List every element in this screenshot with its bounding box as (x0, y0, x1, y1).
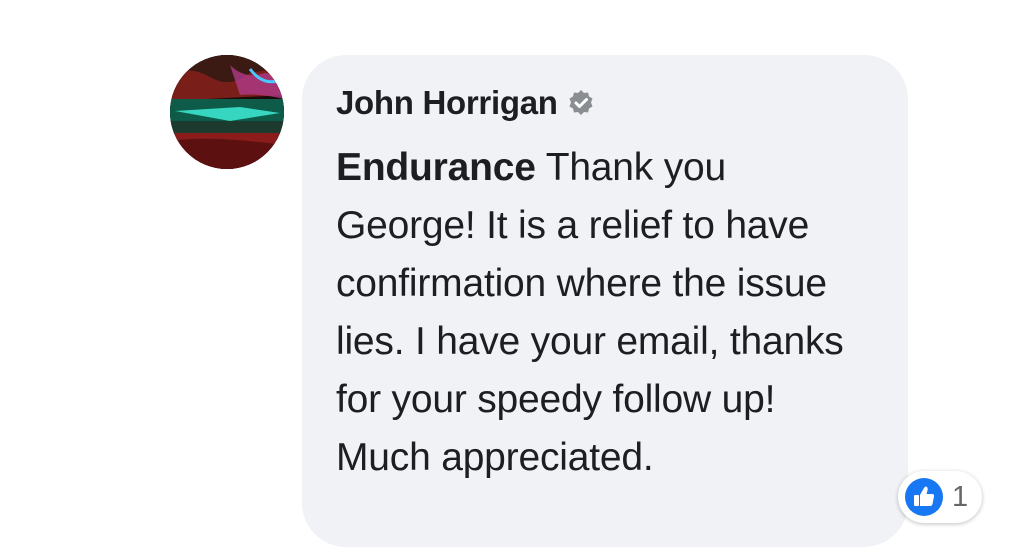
comment-bubble: John Horrigan Endurance Thank you George… (302, 55, 908, 547)
avatar-image (170, 55, 284, 169)
reaction-count: 1 (952, 480, 969, 513)
comment-text: Thank you George! It is a relief to have… (336, 146, 844, 479)
comment-body: Endurance Thank you George! It is a reli… (336, 139, 876, 487)
author-name[interactable]: John Horrigan (336, 84, 558, 122)
thumbs-up-icon (904, 477, 944, 517)
mention-link[interactable]: Endurance (336, 146, 536, 189)
reaction-summary[interactable]: 1 (898, 471, 983, 523)
comment-header: John Horrigan (336, 79, 878, 127)
comment-thread: John Horrigan Endurance Thank you George… (0, 0, 1024, 558)
verified-badge-icon (566, 88, 596, 118)
avatar[interactable] (170, 55, 284, 169)
